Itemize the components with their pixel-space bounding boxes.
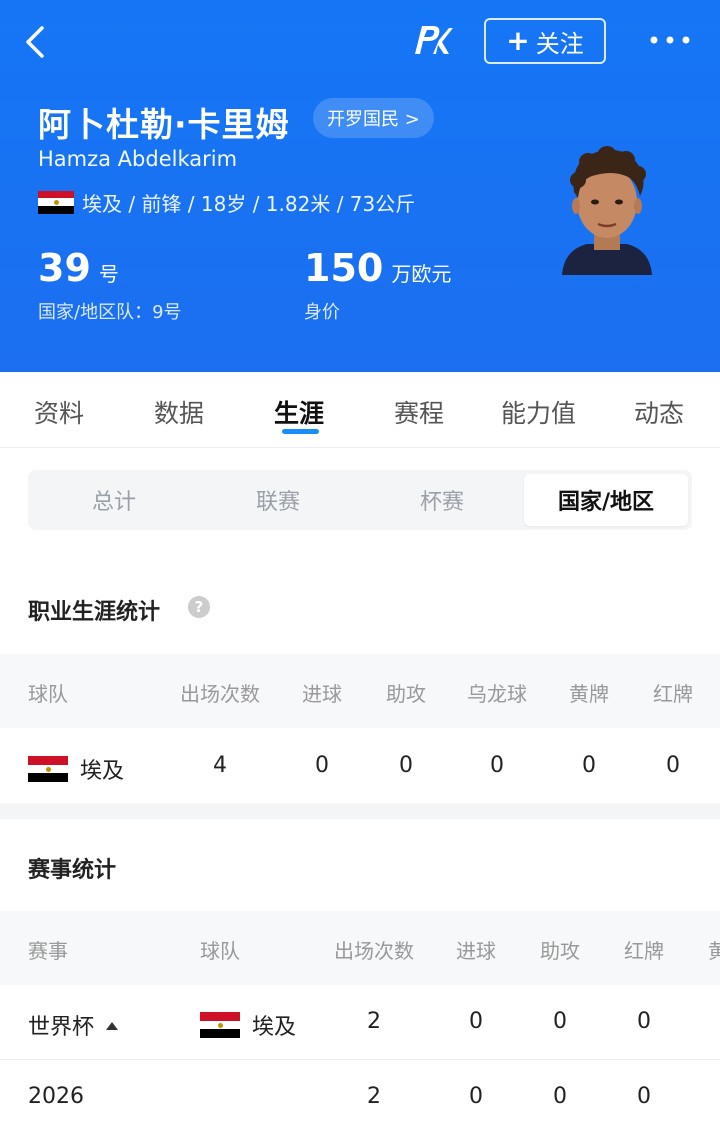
egypt-flag-icon [28, 756, 68, 782]
player-header: + 关注 阿卜杜勒·卡里姆 开罗国民 > Hamza Abdelkarim 埃及… [0, 0, 720, 372]
competition-stats-title: 赛事统计 [28, 858, 117, 883]
shirt-number-block: 39 号 国家/地区队：9号 [38, 246, 182, 324]
follow-label: 关注 [535, 29, 584, 58]
goals-value: 0 [469, 1084, 483, 1109]
more-options-icon[interactable] [648, 30, 692, 50]
career-table-header: 球队 出场次数 进球 助攻 乌龙球 黄牌 红牌 [0, 654, 720, 728]
assists-value: 0 [553, 1084, 567, 1109]
egypt-flag-icon [200, 1012, 240, 1038]
apps-value: 2 [367, 1084, 381, 1109]
red-cards-value: 0 [637, 1009, 651, 1034]
player-avatar [562, 146, 652, 275]
shirt-number: 39 [38, 246, 91, 290]
table-row[interactable]: 世界杯 埃及 2 0 0 0 [0, 985, 720, 1060]
col-team: 球队 [200, 939, 240, 963]
segment-total[interactable]: 总计 [32, 474, 196, 526]
yellow-cards-value: 0 [582, 753, 596, 778]
tab-profile[interactable]: 资料 [34, 394, 84, 430]
player-english-name: Hamza Abdelkarim [38, 147, 238, 171]
col-goals: 进球 [456, 939, 496, 963]
segment-league[interactable]: 联赛 [196, 474, 360, 526]
player-info-line: 埃及 / 前锋 / 18岁 / 1.82米 / 73公斤 [38, 188, 415, 217]
caret-up-icon [106, 1022, 119, 1030]
col-assists: 助攻 [540, 939, 580, 963]
segment-national-team[interactable]: 国家/地区 [524, 474, 688, 526]
tab-schedule[interactable]: 赛程 [394, 394, 444, 430]
segment-cup[interactable]: 杯赛 [360, 474, 524, 526]
active-tab-indicator [282, 429, 319, 434]
app-logo-icon [415, 26, 453, 54]
col-goals: 进球 [302, 682, 342, 706]
team-name: 埃及 [80, 759, 125, 784]
market-value-block: 150 万欧元 身价 [304, 246, 451, 324]
plus-icon: + [506, 24, 530, 57]
help-icon[interactable]: ? [188, 596, 210, 618]
team-cell: 埃及 [28, 753, 124, 785]
goals-value: 0 [315, 753, 329, 778]
red-cards-value: 0 [637, 1084, 651, 1109]
tab-career[interactable]: 生涯 [274, 394, 324, 430]
back-arrow-icon[interactable] [22, 22, 52, 62]
col-team: 球队 [28, 682, 68, 706]
assists-value: 0 [553, 1009, 567, 1034]
follow-button[interactable]: + 关注 [484, 18, 606, 64]
player-name: 阿卜杜勒·卡里姆 [38, 105, 290, 144]
col-apps: 出场次数 [334, 939, 414, 963]
section-divider [0, 803, 720, 819]
team-name: 埃及 [252, 1015, 297, 1040]
market-value-unit: 万欧元 [391, 262, 452, 286]
col-yellow-cards: 黄牌 [569, 682, 609, 706]
market-value: 150 [304, 246, 384, 290]
national-team-number: 国家/地区队：9号 [38, 302, 182, 323]
own-goals-value: 0 [490, 753, 504, 778]
table-row[interactable]: 埃及 4 0 0 0 0 0 [0, 729, 720, 804]
apps-value: 2 [367, 1009, 381, 1034]
season-label: 2026 [28, 1084, 84, 1109]
market-value-label: 身价 [304, 302, 340, 323]
career-filter-segment: 总计 联赛 杯赛 国家/地区 [28, 470, 692, 530]
red-cards-value: 0 [666, 753, 680, 778]
egypt-flag-icon [38, 190, 74, 215]
apps-value: 4 [213, 753, 227, 778]
col-competition: 赛事 [28, 939, 68, 963]
player-info-text: 埃及 / 前锋 / 18岁 / 1.82米 / 73公斤 [82, 192, 416, 216]
team-cell: 埃及 [200, 1009, 296, 1041]
tab-data[interactable]: 数据 [154, 394, 204, 430]
assists-value: 0 [399, 753, 413, 778]
competition-table-header: 赛事 球队 出场次数 进球 助攻 红牌 黄 [0, 911, 720, 985]
main-tabs: 资料 数据 生涯 赛程 能力值 动态 [0, 372, 720, 448]
table-row[interactable]: 2026 2 0 0 0 [0, 1060, 720, 1127]
shirt-number-unit: 号 [98, 262, 119, 286]
career-stats-title: 职业生涯统计 [28, 600, 161, 625]
col-red-cards: 红牌 [653, 682, 693, 706]
competition-name[interactable]: 世界杯 [28, 1009, 119, 1041]
col-apps: 出场次数 [180, 682, 260, 706]
col-own-goals: 乌龙球 [467, 682, 527, 706]
col-red-cards: 红牌 [624, 939, 664, 963]
tab-news[interactable]: 动态 [634, 394, 684, 430]
competition-label: 世界杯 [28, 1015, 95, 1040]
tab-ability[interactable]: 能力值 [501, 394, 576, 430]
col-assists: 助攻 [386, 682, 426, 706]
goals-value: 0 [469, 1009, 483, 1034]
col-yellow-cards-partial: 黄 [708, 939, 720, 963]
club-link[interactable]: 开罗国民 > [313, 98, 434, 138]
